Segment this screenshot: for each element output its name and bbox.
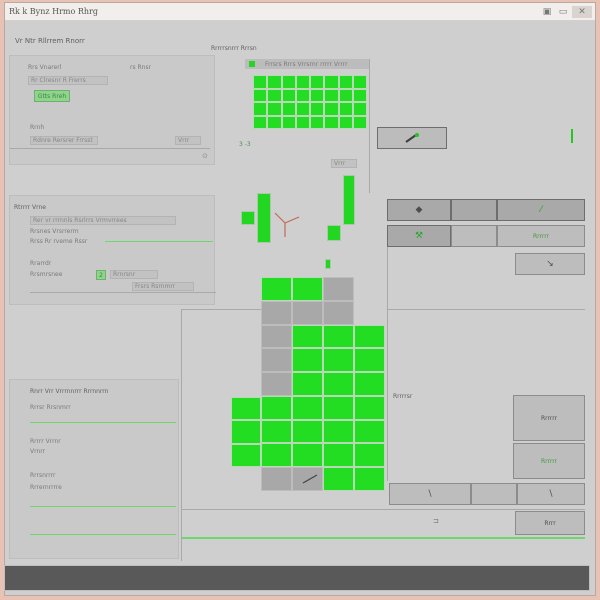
- item-4-line: [30, 506, 176, 507]
- left-top-row2-label: Rrnh: [30, 124, 45, 131]
- left-mid-panel: Rtrrrr Vrne Rer vr rrrnnls Rsrlrrs Vrmvr…: [9, 195, 216, 305]
- left-bottom-item-4: Rrrernrrrre: [30, 484, 62, 491]
- left-mid-row4-field: Rrsmrsnee: [30, 271, 63, 278]
- row3-progress: [105, 241, 213, 242]
- right-bottom-button-2[interactable]: Rrrrrr: [513, 443, 585, 479]
- divider: [30, 292, 216, 293]
- brush-icon: \: [549, 489, 553, 499]
- left-bottom-panel: Rnrr Vrr Vrrrnnrrr Rrrnnrrn Rrrsr Rrsnmr…: [9, 379, 179, 559]
- center-divider: [369, 59, 370, 193]
- green-value-button[interactable]: Gtts Rreh: [34, 90, 70, 102]
- center-strip: Frrsrs Rrrs Vrrsrnr rrrrr Vrrrr: [245, 59, 369, 69]
- close-icon[interactable]: ✕: [572, 6, 592, 18]
- main-green-grid: [261, 277, 385, 491]
- slash-icon: \: [428, 489, 432, 499]
- green-handle-icon[interactable]: [567, 127, 577, 145]
- green-block-right[interactable]: [343, 175, 355, 225]
- right-lower-divider: [387, 309, 388, 481]
- right-mid-button-2[interactable]: [451, 225, 497, 247]
- left-bottom-item-0: Rrrsr Rrsnmrr: [30, 404, 71, 411]
- green-block-left[interactable]: [257, 193, 271, 243]
- right-mid-button-3[interactable]: Rrrrrr: [497, 225, 585, 247]
- right-side-label: Rrrrrsr: [393, 393, 413, 400]
- bottom-line: [30, 534, 176, 535]
- left-mid-row1[interactable]: Rer vr rrrnnls Rsrlrrs Vrmvrrees: [30, 216, 176, 225]
- arrow-icon: ↘: [546, 259, 554, 269]
- right-mid-button-1[interactable]: ⚒: [387, 225, 451, 247]
- status-bar: [4, 565, 590, 591]
- center-top-divider: [181, 309, 261, 310]
- item-0-line: [30, 422, 176, 423]
- lower-divider: [181, 509, 585, 510]
- divider: [10, 148, 210, 149]
- left-top-row2-right[interactable]: Vrrr: [175, 136, 201, 145]
- main-green-grid-ext: [231, 397, 261, 467]
- bottom-progress-line: [181, 537, 585, 539]
- title-bar: Rk k Bynz Hrmo Rhrg ▣ ▭ ✕: [5, 3, 595, 21]
- left-bottom-header: Rnrr Vrr Vrrrnnrrr Rrrnnrrn: [30, 388, 109, 395]
- window-title: Rk k Bynz Hrmo Rhrg: [9, 7, 98, 16]
- left-bottom-item-3: Rrrsnrrrr: [30, 472, 56, 479]
- left-mid-row4-label: Rrarrdr: [30, 260, 52, 267]
- app-window: Rk k Bynz Hrmo Rhrg ▣ ▭ ✕ Rrs Vnarerl rs…: [4, 2, 596, 596]
- left-bottom-item-1: Rrrrr Vrrnr: [30, 438, 61, 445]
- minimize-icon[interactable]: ▣: [540, 6, 554, 18]
- left-top-field[interactable]: Rr Clresnr R Frerrs: [28, 76, 108, 85]
- center-right-label[interactable]: Vrrr: [331, 159, 357, 168]
- left-bottom-item-2: Vrnrr: [30, 448, 46, 455]
- left-mid-row3: Rrss Rr rveme Rssr: [30, 238, 88, 245]
- right-divider: [387, 247, 388, 309]
- leaf-icon: ⁄: [540, 205, 542, 215]
- right-bottom-button-1[interactable]: Rrrrrr: [513, 395, 585, 441]
- right-top-button-1[interactable]: ◆: [387, 199, 451, 221]
- wrench-icon: [405, 133, 419, 143]
- left-top-row1-label: Rrs Vnarerl: [28, 64, 62, 71]
- left-mid-row5[interactable]: Frsrs Rsrnmrr: [132, 282, 194, 291]
- left-top-row1-suffix: rs Rnsr: [130, 64, 152, 71]
- strip-indicator-icon: [249, 61, 255, 67]
- maximize-icon[interactable]: ▭: [556, 6, 570, 18]
- axis-label: 3 -3: [239, 141, 251, 148]
- right-arrow-button[interactable]: ↘: [515, 253, 585, 275]
- right-hline: [387, 309, 585, 310]
- center-left-divider: [181, 309, 182, 561]
- bottom-right-button[interactable]: Rrrr: [515, 511, 585, 535]
- settings-icon[interactable]: ⊙: [202, 152, 208, 160]
- green-block-small[interactable]: [241, 211, 255, 225]
- left-top-header: Vr Ntr Rllrrem Rnorr: [15, 37, 85, 45]
- left-mid-row4-right[interactable]: Rrnrsnr: [110, 270, 158, 279]
- wrench-button[interactable]: [377, 127, 447, 149]
- bottom-tool-button-3[interactable]: \: [517, 483, 585, 505]
- green-marker: [325, 259, 331, 269]
- tool-icon: ◆: [415, 205, 423, 215]
- center-strip-label: Frrsrs Rrrs Vrrsrnr rrrrr Vrrrr: [265, 61, 348, 68]
- row4-badge[interactable]: 2: [96, 270, 106, 280]
- bottom-tool-button-1[interactable]: \: [389, 483, 471, 505]
- top-green-grid: [253, 75, 367, 129]
- left-top-row2-field[interactable]: Rdnre Rersrer Frrsst: [30, 136, 98, 145]
- bottom-tool-button-2[interactable]: [471, 483, 517, 505]
- left-mid-row2: Rrsnes Vrsrrerm: [30, 228, 79, 235]
- left-mid-header: Rtrrrr Vrne: [14, 204, 46, 211]
- pencil-icon[interactable]: [299, 471, 321, 487]
- pivot-icon[interactable]: [271, 209, 301, 239]
- right-top-button-3[interactable]: ⁄: [497, 199, 585, 221]
- right-top-button-2[interactable]: [451, 199, 497, 221]
- wrench-green-icon: ⚒: [414, 231, 424, 241]
- left-top-panel: Rrs Vnarerl rs Rnsr Rr Clresnr R Frerrs …: [9, 55, 215, 165]
- center-tab-label[interactable]: Rrrrrsnrrr Rrrsn: [211, 45, 257, 52]
- green-block-lower[interactable]: [327, 225, 341, 241]
- cursor-icon: ⊐: [433, 517, 439, 525]
